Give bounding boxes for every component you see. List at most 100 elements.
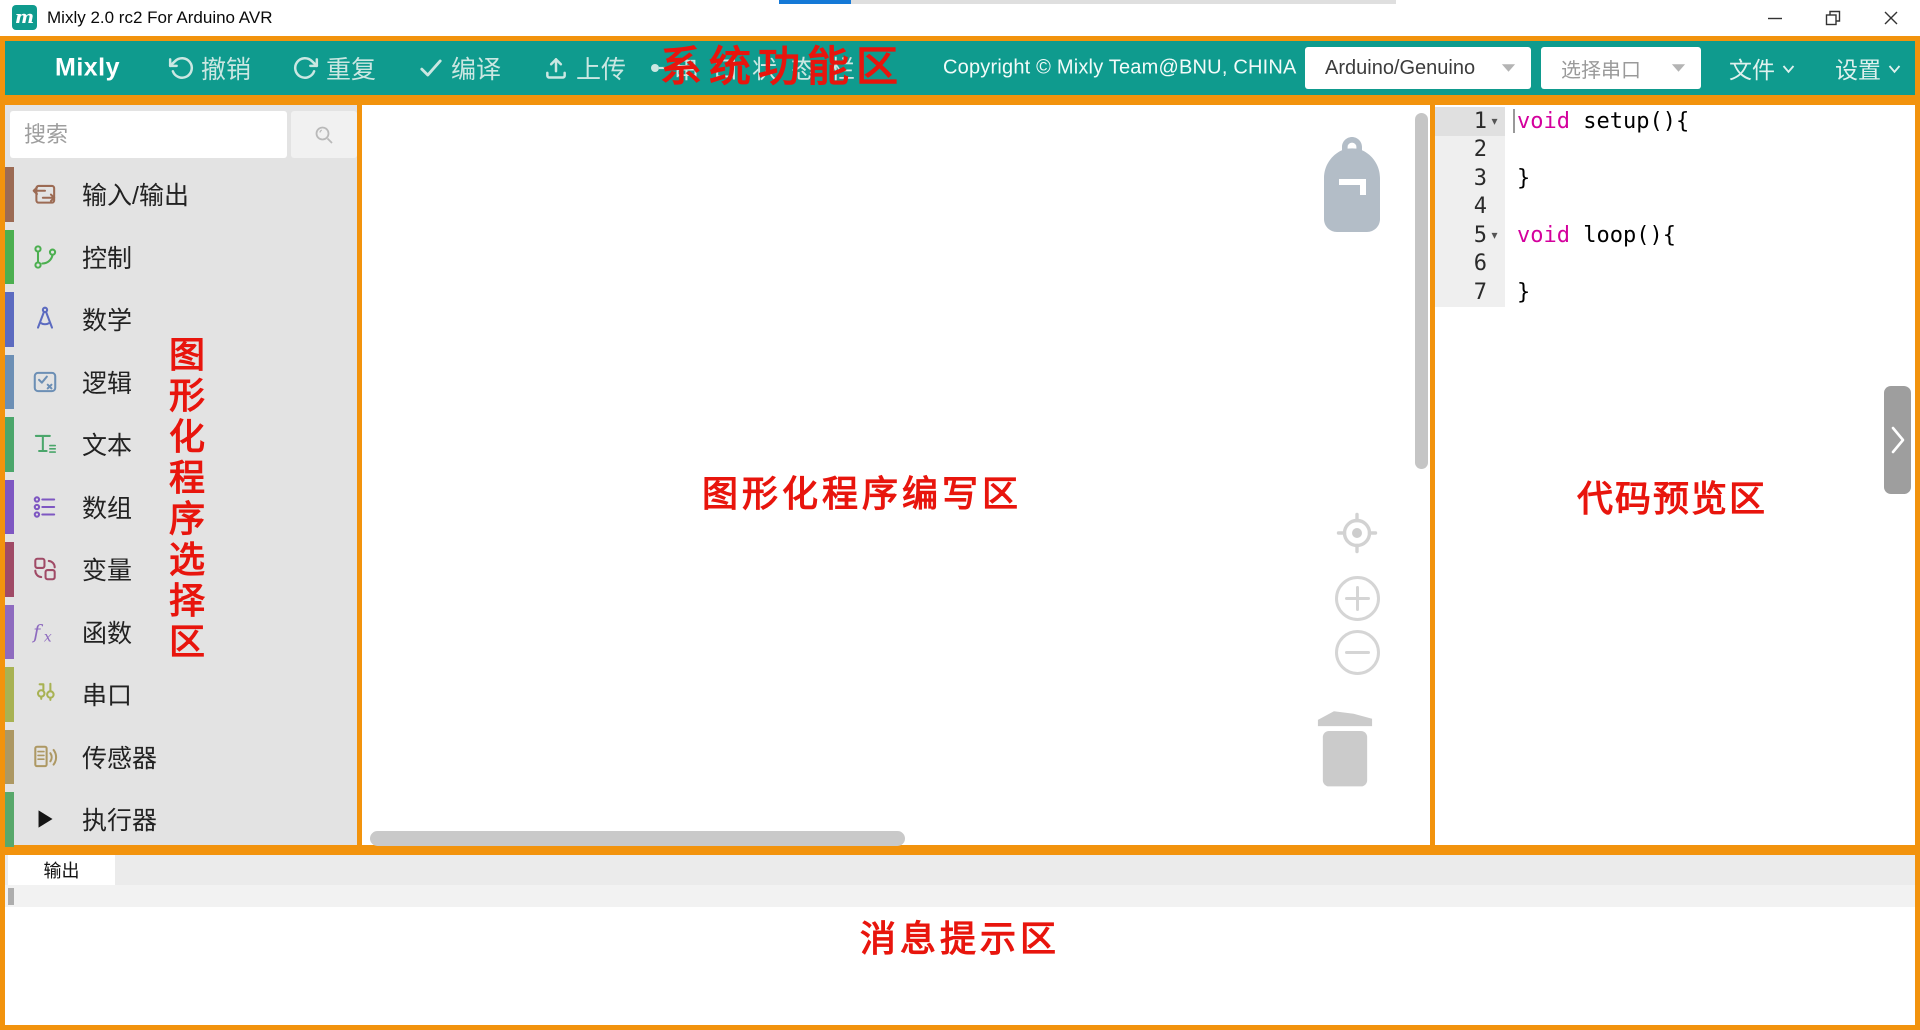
line-number-gutter: 3 (1435, 164, 1505, 193)
sidebar-category-7[interactable]: 变量 (5, 538, 357, 601)
backpack-icon[interactable] (1320, 135, 1384, 233)
sidebar-category-3[interactable]: 数学 (5, 288, 357, 351)
function-icon: fx (30, 617, 60, 647)
code-line-1[interactable]: 1▾void setup(){ (1435, 107, 1915, 136)
category-color-bar (5, 417, 14, 472)
category-label: 输入/输出 (82, 176, 189, 212)
port-selector[interactable]: 选择串口 (1541, 47, 1701, 89)
message-panel: 输出 消息提示区 (0, 850, 1920, 1030)
actuator-icon (30, 804, 60, 834)
category-color-bar (5, 730, 14, 785)
serial-icon (30, 679, 60, 709)
load-progress-done (779, 0, 851, 4)
load-progress-track (851, 0, 1396, 4)
center-blocks-icon[interactable] (1335, 511, 1379, 555)
line-number: 5 (1474, 223, 1487, 248)
code-text: } (1505, 280, 1530, 305)
category-label: 控制 (82, 239, 132, 275)
sidebar-category-1[interactable]: 输入/输出 (5, 163, 357, 226)
search-button[interactable] (291, 111, 357, 158)
io-icon (30, 179, 60, 209)
category-label: 数组 (82, 489, 132, 525)
block-workspace[interactable]: 图形化程序编写区 (357, 100, 1435, 850)
fold-arrow-icon[interactable]: ▾ (1487, 228, 1502, 242)
toolbar: Mixly 撤销 重复 编译 上传 (0, 36, 1920, 100)
code-line-5[interactable]: 5▾void loop(){ (1435, 221, 1915, 250)
redo-button[interactable]: 重复 (293, 50, 376, 86)
line-number-gutter: 5▾ (1435, 221, 1505, 250)
category-color-bar (5, 605, 14, 660)
code-line-2[interactable]: 2 (1435, 136, 1915, 165)
code-editor[interactable]: 1▾void setup(){23}45▾void loop(){67} (1435, 107, 1915, 307)
output-tab-bar: 输出 (5, 855, 1915, 885)
category-label: 文本 (82, 426, 132, 462)
minimize-button[interactable] (1746, 0, 1804, 36)
block-palette-sidebar: 输入/输出控制数学逻辑文本数组变量fx函数串口传感器执行器 图形化程序选择区 (0, 100, 362, 850)
restore-button[interactable] (1804, 0, 1862, 36)
line-number: 3 (1474, 166, 1487, 191)
panel-expand-handle[interactable] (1884, 386, 1911, 494)
undo-button[interactable]: 撤销 (168, 50, 251, 86)
sidebar-category-2[interactable]: 控制 (5, 226, 357, 289)
workspace-horizontal-scrollbar[interactable] (370, 831, 905, 846)
logic-icon (30, 367, 60, 397)
mixly-brand[interactable]: Mixly (55, 54, 120, 83)
category-color-bar (5, 792, 14, 847)
category-color-bar (5, 292, 14, 347)
workspace-vertical-scrollbar[interactable] (1415, 113, 1428, 469)
category-label: 串口 (82, 676, 132, 712)
category-label: 变量 (82, 551, 132, 587)
control-icon (30, 242, 60, 272)
file-menu[interactable]: 文件 (1729, 51, 1797, 85)
sidebar-category-4[interactable]: 逻辑 (5, 351, 357, 414)
trash-icon[interactable] (1313, 705, 1377, 789)
line-number-gutter: 2 (1435, 136, 1505, 165)
sidebar-category-5[interactable]: 文本 (5, 413, 357, 476)
line-number-gutter: 7 (1435, 278, 1505, 307)
serial-status-button[interactable]: 串口状态栏 (647, 50, 869, 86)
chevron-down-icon (1780, 61, 1797, 76)
board-selector[interactable]: Arduino/Genuino (1305, 47, 1531, 89)
category-label: 执行器 (82, 801, 157, 837)
keyword-token: void (1517, 109, 1570, 134)
category-list: 输入/输出控制数学逻辑文本数组变量 fx函数串口传感器执行器 (5, 163, 357, 851)
code-line-6[interactable]: 6 (1435, 250, 1915, 279)
output-console-row[interactable] (5, 885, 1915, 907)
close-button[interactable] (1862, 0, 1920, 36)
code-line-3[interactable]: 3} (1435, 164, 1915, 193)
code-preview-panel[interactable]: 1▾void setup(){23}45▾void loop(){67} 代码预… (1430, 100, 1920, 850)
copyright-text: Copyright © Mixly Team@BNU, CHINA (943, 57, 1297, 80)
sidebar-category-9[interactable]: 串口 (5, 663, 357, 726)
compile-label: 编译 (451, 50, 501, 86)
serial-status-label: 串口状态栏 (674, 50, 869, 86)
code-line-7[interactable]: 7} (1435, 278, 1915, 307)
annotation-message-area: 消息提示区 (5, 921, 1915, 957)
search-input[interactable] (10, 111, 287, 158)
upload-label: 上传 (576, 50, 626, 86)
chevron-down-icon (1886, 61, 1903, 76)
category-label: 逻辑 (82, 364, 132, 400)
sidebar-category-10[interactable]: 传感器 (5, 726, 357, 789)
search-icon (311, 122, 337, 148)
tab-output[interactable]: 输出 (8, 855, 115, 885)
sidebar-category-8[interactable]: fx函数 (5, 601, 357, 664)
code-line-4[interactable]: 4 (1435, 193, 1915, 222)
settings-menu[interactable]: 设置 (1835, 51, 1903, 85)
sidebar-category-11[interactable]: 执行器 (5, 788, 357, 851)
svg-text:x: x (44, 629, 52, 645)
restore-window-icon (1823, 8, 1843, 28)
zoom-out-icon[interactable] (1334, 629, 1381, 676)
code-text: void setup(){ (1505, 109, 1689, 134)
math-icon (30, 304, 60, 334)
compile-button[interactable]: 编译 (418, 50, 501, 86)
zoom-in-icon[interactable] (1334, 575, 1381, 622)
sidebar-category-6[interactable]: 数组 (5, 476, 357, 539)
fold-arrow-icon[interactable]: ▾ (1487, 114, 1502, 128)
upload-button[interactable]: 上传 (543, 50, 626, 86)
line-number: 2 (1474, 137, 1487, 162)
redo-icon (293, 55, 319, 81)
category-label: 传感器 (82, 739, 157, 775)
window-controls (1746, 0, 1920, 36)
line-number: 6 (1474, 251, 1487, 276)
text-icon (30, 429, 60, 459)
